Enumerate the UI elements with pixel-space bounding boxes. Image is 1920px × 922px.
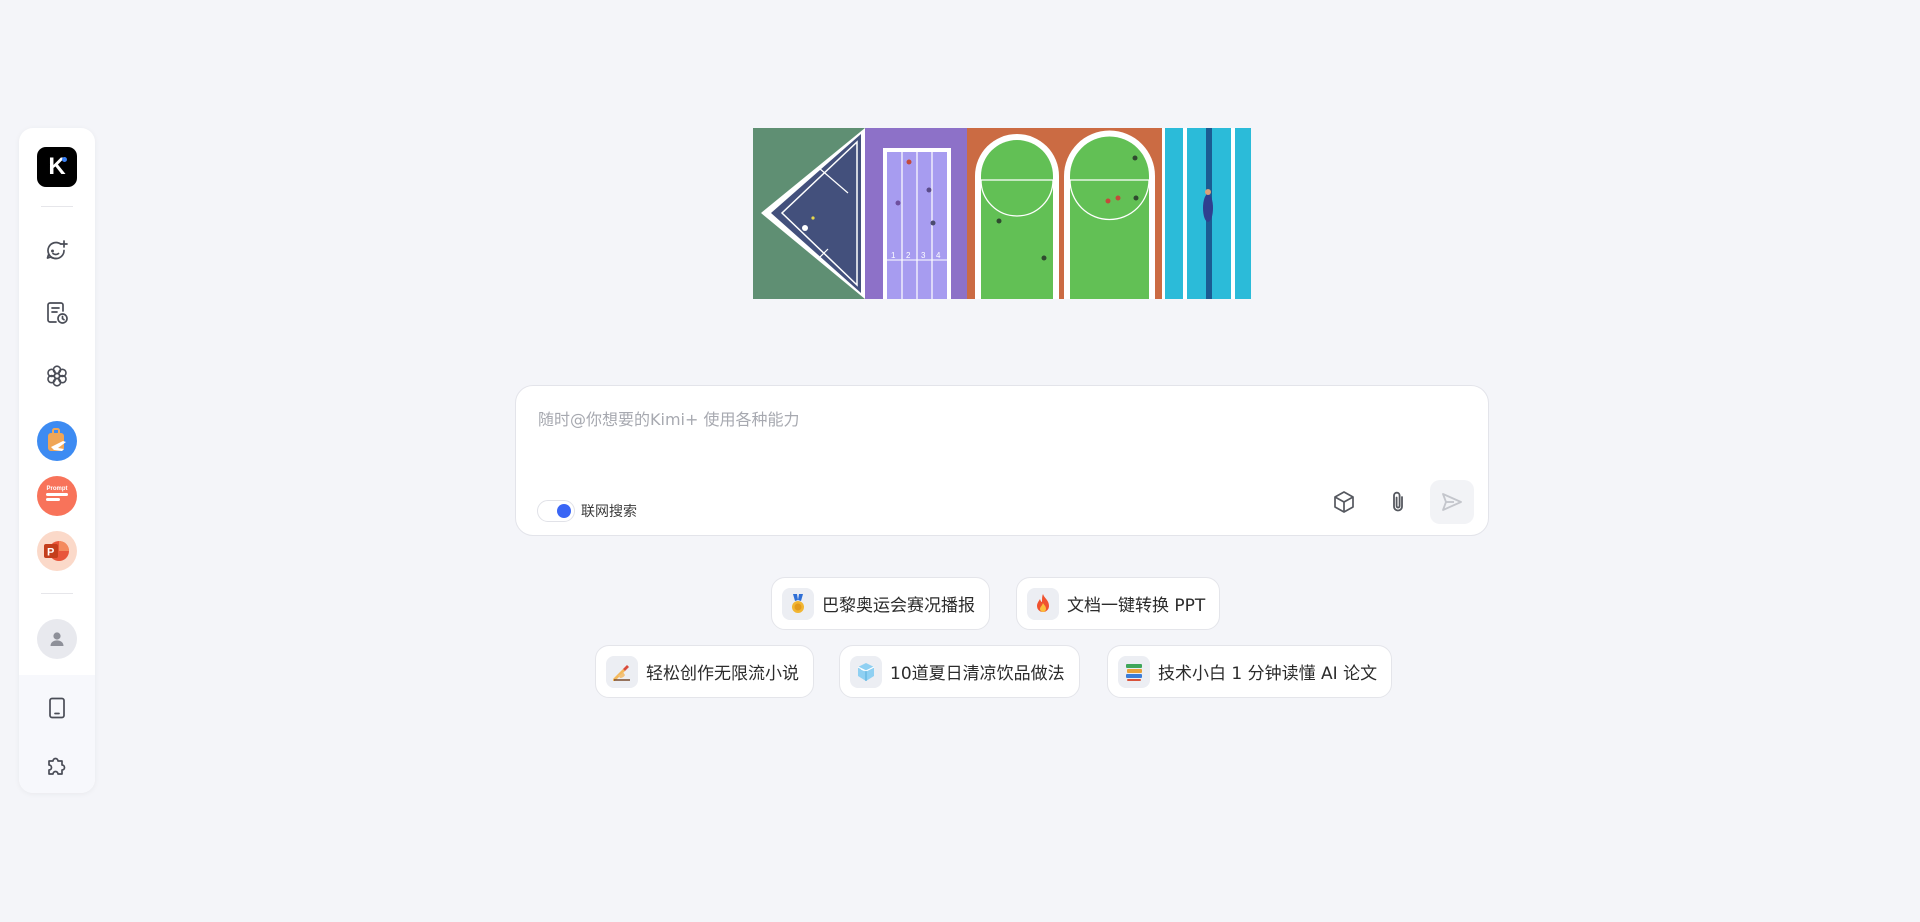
chat-input-box: 联网搜索 [515,385,1489,536]
prompt-icon [46,493,68,501]
suitcase-plane-icon [48,428,66,451]
suggestion-text: 文档一键转换 PPT [1067,596,1206,616]
prompt-app-button[interactable]: Prompt [37,476,77,516]
input-actions [1322,480,1474,524]
suggestion-chip[interactable]: 文档一键转换 PPT [1016,577,1221,630]
person-icon [50,632,64,646]
history-button[interactable] [40,296,74,330]
new-chat-button[interactable] [40,234,74,268]
flower-icon [47,365,67,387]
sidebar-bottom [19,675,95,793]
logo-dot [62,157,67,162]
sidebar: K Prompt P [19,128,95,793]
suggestion-chip[interactable]: 轻松创作无限流小说 [595,645,814,698]
kimi-logo[interactable]: K [37,147,77,187]
web-search-toggle[interactable]: 联网搜索 [537,500,637,522]
fire-icon [1027,587,1059,620]
chat-plus-icon [46,240,68,260]
ice-cube-icon [850,655,882,688]
suggestion-text: 10道夏日清凉饮品做法 [890,664,1065,684]
plugins-button[interactable] [40,749,74,783]
sidebar-divider [41,206,73,207]
ppt-app-button[interactable]: P [37,531,77,571]
suggestion-chip[interactable]: 10道夏日清凉饮品做法 [839,645,1080,698]
suggestion-chip[interactable]: 技术小白 1 分钟读懂 AI 论文 [1107,645,1393,698]
suggestion-text: 巴黎奥运会赛况播报 [822,596,975,616]
attach-button[interactable] [1376,480,1420,524]
web-search-label: 联网搜索 [581,504,637,520]
travel-app-button[interactable] [37,421,77,461]
suggestion-chip[interactable]: 巴黎奥运会赛况播报 [771,577,990,630]
user-avatar[interactable] [37,619,77,659]
writing-hand-icon [606,655,638,688]
powerpoint-icon: P [44,541,69,561]
medal-icon [782,587,814,620]
svg-text:1: 1 [891,251,896,260]
explore-kimi-plus-button[interactable] [40,359,74,393]
send-icon [1442,493,1462,511]
kimi-home: K Prompt P 1 2 3 4 随时@你想要的Kimi+ 使用各种能力 联… [0,0,1920,922]
history-doc-icon [47,302,68,324]
send-button[interactable] [1430,480,1474,524]
suggestion-text: 技术小白 1 分钟读懂 AI 论文 [1158,664,1378,684]
puzzle-icon [48,757,66,775]
cube-icon [1334,491,1354,513]
mobile-app-button[interactable] [40,691,74,725]
toggle-knob [557,504,571,518]
olympic-banner-illustration: 1 2 3 4 [753,128,1251,299]
kimi-plus-button[interactable] [1322,480,1366,524]
paperclip-icon [1393,491,1403,512]
svg-text:3: 3 [921,251,926,260]
toggle-switch[interactable] [537,500,575,522]
tablet-icon [49,697,65,719]
sidebar-divider [41,593,73,594]
books-icon [1118,655,1150,688]
suggestion-text: 轻松创作无限流小说 [646,664,799,684]
svg-text:P: P [47,547,54,559]
chat-input[interactable] [536,404,1460,468]
svg-text:2: 2 [906,251,911,260]
svg-text:4: 4 [936,251,941,260]
